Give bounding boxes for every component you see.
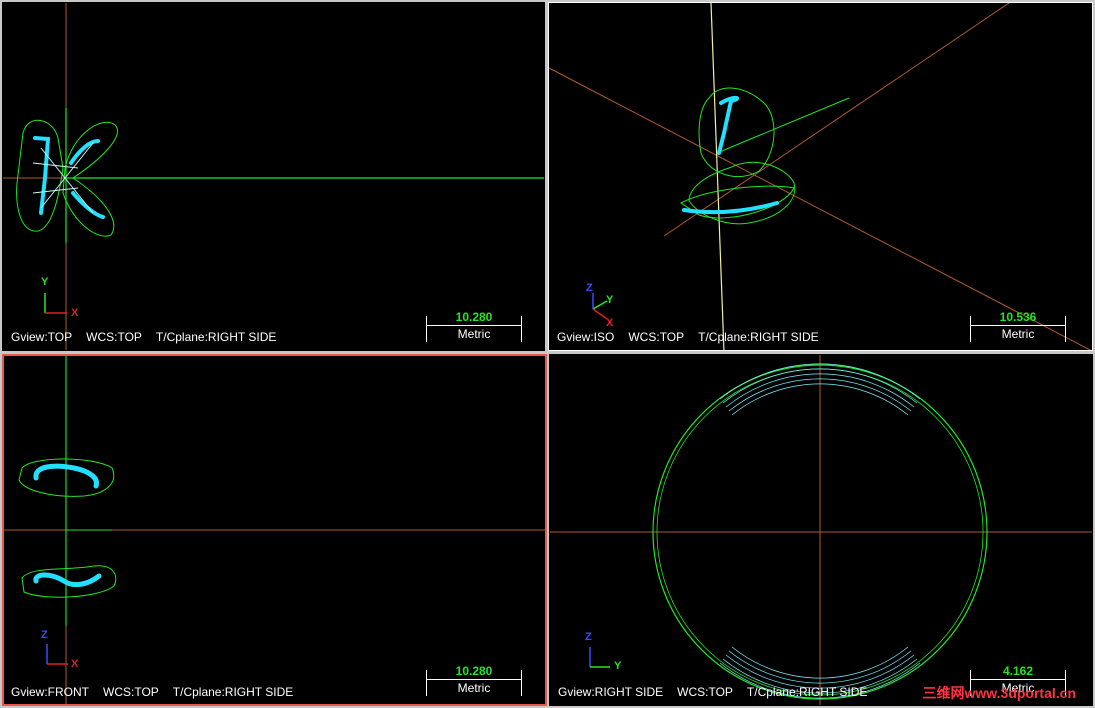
watermark: 三维网www.3dportal.cn bbox=[922, 685, 1077, 701]
scale-unit: Metric bbox=[457, 327, 491, 341]
z-axis-label: Z bbox=[585, 631, 592, 643]
view-status: Gview:RIGHT SIDE WCS:TOP T/Cplane:RIGHT SI… bbox=[558, 685, 881, 699]
wcs-label: WCS:TOP bbox=[677, 685, 733, 699]
wcs-label: WCS:TOP bbox=[86, 330, 142, 344]
y-axis-label: Y bbox=[41, 276, 49, 288]
wcs-label: WCS:TOP bbox=[103, 685, 159, 699]
z-axis-label: Z bbox=[41, 629, 48, 641]
scale-indicator: 10.536 Metric bbox=[970, 310, 1066, 342]
cplane-label: T/Cplane:RIGHT SIDE bbox=[155, 330, 277, 344]
view-status: Gview:ISO WCS:TOP T/Cplane:RIGHT SIDE bbox=[557, 330, 833, 344]
wcs-label: WCS:TOP bbox=[628, 330, 685, 344]
y-axis-label: Y bbox=[614, 660, 622, 672]
y-axis-label: Y bbox=[606, 294, 614, 306]
view-status: Gview:TOP WCS:TOP T/Cplane:RIGHT SIDE bbox=[11, 330, 290, 344]
gview-label: Gview:RIGHT SIDE bbox=[558, 685, 664, 699]
gview-label: Gview:ISO bbox=[557, 330, 615, 344]
x-axis-label: X bbox=[71, 658, 79, 670]
cplane-label: T/Cplane:RIGHT SIDE bbox=[698, 330, 819, 344]
cplane-label: T/Cplane:RIGHT SIDE bbox=[172, 685, 294, 699]
front-view-graphics bbox=[4, 356, 545, 704]
scale-value: 4.162 bbox=[1002, 664, 1034, 678]
scale-value: 10.280 bbox=[455, 310, 493, 324]
scale-indicator: 10.280 Metric bbox=[426, 664, 522, 696]
x-axis-label: X bbox=[71, 307, 79, 319]
gview-label: Gview:TOP bbox=[11, 330, 73, 344]
viewport-right-side[interactable]: Z Y 4.162 Metric Gview:RIGHT SIDE WCS:TOP… bbox=[549, 354, 1093, 706]
scale-value: 10.536 bbox=[999, 310, 1037, 324]
z-axis-label: Z bbox=[586, 282, 593, 294]
scale-unit: Metric bbox=[457, 681, 491, 695]
scale-indicator: 10.280 Metric bbox=[426, 310, 522, 342]
viewport-front[interactable]: Z X 10.280 Metric Gview:FRONT WCS:TOP T/Cp… bbox=[2, 354, 547, 706]
scale-unit: Metric bbox=[1001, 327, 1035, 341]
top-view-graphics bbox=[3, 3, 544, 350]
viewport-iso[interactable]: Z Y X 10.536 Metric Gview:ISO WCS:TOP T/Cp… bbox=[548, 2, 1093, 351]
view-status: Gview:FRONT WCS:TOP T/Cplane:RIGHT SIDE bbox=[11, 685, 307, 699]
scale-value: 10.280 bbox=[455, 664, 493, 678]
iso-view-graphics bbox=[549, 3, 1092, 350]
right-view-graphics bbox=[550, 355, 1092, 705]
x-axis-label: X bbox=[606, 317, 614, 329]
gview-label: Gview:FRONT bbox=[11, 685, 89, 699]
viewport-top[interactable]: Y X 10.280 Metric Gview:TOP WCS:TOP T/Cpla… bbox=[2, 2, 545, 351]
cplane-label: T/Cplane:RIGHT SIDE bbox=[746, 685, 868, 699]
